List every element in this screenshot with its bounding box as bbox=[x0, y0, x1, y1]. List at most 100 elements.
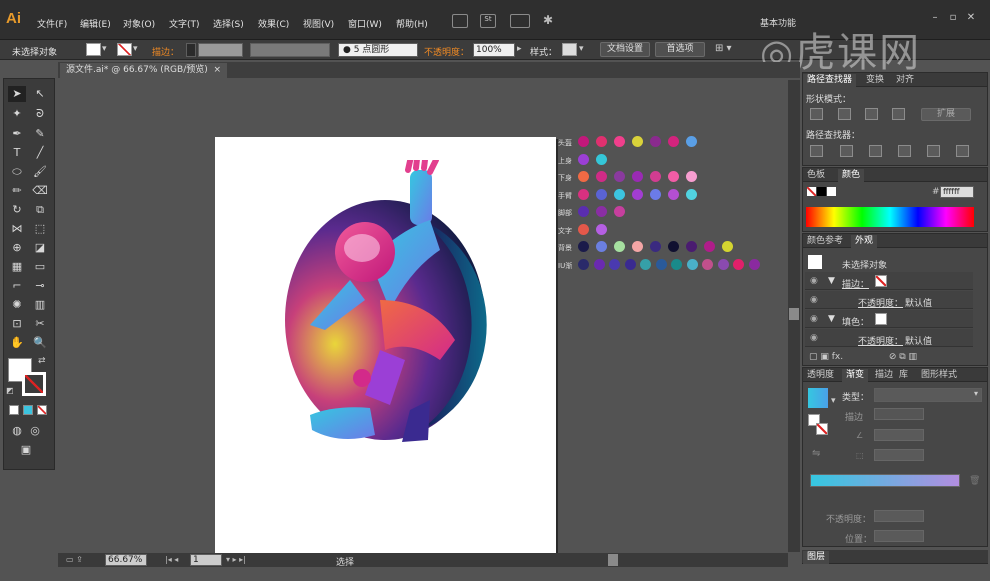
swatch-dot[interactable] bbox=[614, 171, 625, 182]
appearance-stroke-swatch[interactable] bbox=[875, 275, 887, 287]
selection-tool-icon[interactable]: ➤ bbox=[8, 86, 26, 102]
document-tab[interactable]: 源文件.ai* @ 66.67% (RGB/预览) × bbox=[60, 63, 228, 78]
swatch-dot[interactable] bbox=[686, 241, 697, 252]
swatch-dot[interactable] bbox=[704, 241, 715, 252]
color-spectrum[interactable] bbox=[806, 207, 974, 227]
arrange-documents-icon[interactable] bbox=[510, 14, 530, 28]
artboard-tool-icon[interactable]: ⊡ bbox=[8, 316, 26, 332]
swatch-dot[interactable] bbox=[596, 136, 607, 147]
style-dropdown-icon[interactable]: ▾ bbox=[579, 44, 584, 54]
swatch-dot[interactable] bbox=[614, 206, 625, 217]
swatch-dot[interactable] bbox=[655, 258, 667, 270]
swatch-dot[interactable] bbox=[614, 136, 625, 147]
page-prev-icons[interactable]: |◂ ◂ bbox=[165, 555, 178, 564]
gradient-thumbnail[interactable] bbox=[808, 388, 828, 408]
swatch-dot[interactable] bbox=[650, 241, 661, 252]
gradient-stroke-options[interactable] bbox=[874, 408, 924, 420]
opacity-label[interactable]: 不透明度： bbox=[424, 45, 469, 58]
menu-help[interactable]: 帮助(H) bbox=[396, 17, 428, 30]
zoom-level-input[interactable]: 66.67% bbox=[105, 554, 147, 566]
hex-input[interactable]: ffffff bbox=[940, 186, 974, 198]
swatch-dot[interactable] bbox=[686, 188, 697, 200]
swatch-dot[interactable] bbox=[640, 258, 651, 270]
pen-tool-icon[interactable]: ✒ bbox=[8, 126, 26, 142]
swatch-dot[interactable] bbox=[668, 171, 679, 182]
maximize-icon[interactable]: ▫ bbox=[946, 12, 960, 24]
gradient-type-dropdown[interactable]: ▾ bbox=[874, 388, 982, 402]
lasso-tool-icon[interactable]: ᘐ bbox=[31, 106, 49, 122]
tab-layers[interactable]: 图层 bbox=[803, 551, 830, 564]
swatch-dot[interactable] bbox=[596, 206, 607, 217]
screen-mode-icon[interactable]: ▣ bbox=[17, 442, 35, 458]
swatch-dot[interactable] bbox=[614, 188, 625, 200]
direct-selection-tool-icon[interactable]: ↖ bbox=[31, 86, 49, 102]
brush-dropdown[interactable]: ● 5 点圆形 bbox=[338, 43, 418, 57]
tab-align[interactable]: 对齐 bbox=[892, 74, 918, 87]
swatch-dot[interactable] bbox=[671, 258, 682, 270]
swatch-dot[interactable] bbox=[686, 136, 697, 147]
minimize-icon[interactable]: – bbox=[928, 12, 942, 24]
gradient-angle-input[interactable] bbox=[874, 429, 924, 441]
swatch-dot[interactable] bbox=[578, 171, 589, 182]
divide-icon[interactable] bbox=[810, 145, 823, 157]
tab-color-guide[interactable]: 颜色参考 bbox=[803, 235, 847, 248]
live-paint-tool-icon[interactable]: ◪ bbox=[31, 240, 49, 256]
ellipse-tool-icon[interactable]: ⬭ bbox=[8, 164, 26, 180]
close-window-icon[interactable]: ✕ bbox=[964, 12, 978, 24]
fill-dropdown-icon[interactable]: ▾ bbox=[102, 44, 107, 54]
appearance-fill-label[interactable]: 填色： bbox=[842, 315, 869, 328]
swatch-dot[interactable] bbox=[578, 206, 589, 217]
stroke-color-box[interactable] bbox=[22, 372, 46, 396]
stroke-opacity-label[interactable]: 不透明度： bbox=[858, 296, 903, 309]
opacity-arrow-icon[interactable]: ▸ bbox=[517, 44, 522, 54]
tab-swatches[interactable]: 色板 bbox=[803, 169, 829, 182]
blend-tool-icon[interactable]: ⊸ bbox=[31, 278, 49, 294]
swap-colors-icon[interactable]: ⇄ bbox=[38, 356, 46, 366]
artboard-number-input[interactable]: 1 bbox=[190, 554, 222, 566]
menu-edit[interactable]: 编辑(E) bbox=[80, 17, 111, 30]
fill-opacity-label[interactable]: 不透明度： bbox=[858, 334, 903, 347]
swatch-dot[interactable] bbox=[668, 241, 679, 252]
stock-icon[interactable]: St bbox=[480, 14, 496, 28]
tab-stroke[interactable]: 描边 bbox=[871, 369, 897, 382]
swatch-dot[interactable] bbox=[596, 171, 607, 182]
status-icons[interactable]: ▭ ⇪ bbox=[66, 555, 83, 564]
pencil-tool-icon[interactable]: ✏ bbox=[8, 183, 26, 199]
fill-visibility-eye-icon[interactable]: ◉ bbox=[810, 314, 820, 324]
hand-tool-icon[interactable]: ✋ bbox=[8, 335, 26, 351]
menu-file[interactable]: 文件(F) bbox=[37, 17, 67, 30]
fill-expand-icon[interactable]: ▼ bbox=[828, 314, 835, 324]
appearance-fill-swatch[interactable] bbox=[875, 313, 887, 325]
swatch-dot[interactable] bbox=[748, 258, 760, 270]
menu-effect[interactable]: 效果(C) bbox=[258, 17, 289, 30]
swatch-dot[interactable] bbox=[722, 241, 733, 252]
swatch-dot[interactable] bbox=[596, 223, 607, 235]
free-transform-tool-icon[interactable]: ⬚ bbox=[31, 221, 49, 237]
eyedropper-tool-icon[interactable]: ⌐ bbox=[8, 278, 26, 294]
white-color-icon[interactable] bbox=[827, 187, 836, 196]
menu-type[interactable]: 文字(T) bbox=[169, 17, 200, 30]
stroke-opacity-eye-icon[interactable]: ◉ bbox=[810, 295, 820, 305]
trim-icon[interactable] bbox=[840, 145, 853, 157]
minus-front-icon[interactable] bbox=[838, 108, 851, 120]
swatch-dot[interactable] bbox=[578, 153, 589, 165]
gradient-position-input[interactable] bbox=[874, 530, 924, 542]
preferences-button[interactable]: 首选项 bbox=[655, 42, 705, 57]
gradient-stroke-box[interactable] bbox=[816, 423, 828, 435]
swatch-dot[interactable] bbox=[578, 241, 589, 252]
stroke-expand-icon[interactable]: ▼ bbox=[828, 276, 835, 286]
opacity-input[interactable]: 100% bbox=[473, 43, 515, 57]
swatch-dot[interactable] bbox=[632, 171, 643, 182]
swatch-dot[interactable] bbox=[717, 258, 729, 270]
mesh-tool-icon[interactable]: ▦ bbox=[8, 259, 26, 275]
crop-icon[interactable] bbox=[898, 145, 911, 157]
swatch-dot[interactable] bbox=[578, 223, 589, 235]
width-tool-icon[interactable]: ⋈ bbox=[8, 221, 26, 237]
stroke-swatch[interactable] bbox=[117, 43, 132, 56]
swatch-dot[interactable] bbox=[650, 188, 661, 200]
document-setup-button[interactable]: 文档设置 bbox=[600, 42, 650, 57]
line-tool-icon[interactable]: ╱ bbox=[31, 145, 49, 161]
swatch-dot[interactable] bbox=[578, 136, 589, 147]
tab-graphic-styles[interactable]: 图形样式 bbox=[917, 369, 961, 382]
outline-icon[interactable] bbox=[927, 145, 940, 157]
